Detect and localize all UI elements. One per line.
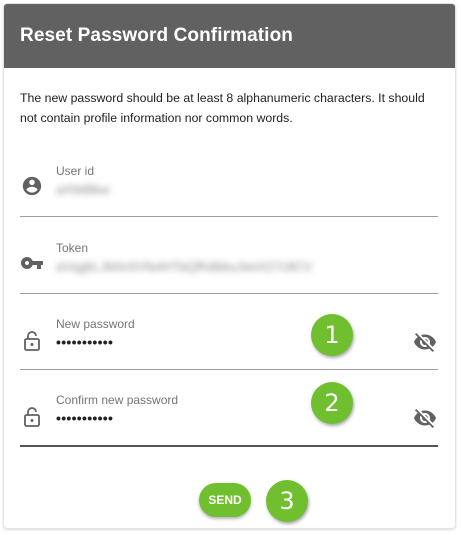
token-value: aVqgkLJb0oSVfa4HTaQfhdbbuJeeX27c8CV	[56, 259, 313, 274]
token-label: Token	[56, 241, 89, 255]
key-icon	[20, 251, 44, 275]
step-badge-2: 2	[311, 382, 353, 424]
new-password-value[interactable]: •••••••••••	[56, 334, 113, 350]
visibility-off-icon[interactable]	[412, 329, 438, 355]
reset-password-card: Reset Password Confirmation The new pass…	[4, 4, 455, 528]
new-password-label: New password	[56, 317, 135, 331]
page-title: Reset Password Confirmation	[20, 25, 293, 46]
visibility-off-icon[interactable]	[412, 405, 438, 431]
lock-open-icon	[20, 405, 44, 429]
confirm-password-field[interactable]: Confirm new password •••••••••••	[20, 383, 438, 447]
user-id-value: aX9d8kw	[56, 182, 110, 197]
account-circle-icon	[20, 174, 44, 198]
token-field[interactable]: Token aVqgkLJb0oSVfa4HTaQfhdbbuJeeX27c8C…	[20, 231, 438, 294]
new-password-field[interactable]: New password •••••••••••	[20, 307, 438, 370]
lock-open-icon	[20, 329, 44, 353]
step-badge-3: 3	[266, 480, 308, 522]
confirm-password-value[interactable]: •••••••••••	[56, 410, 113, 426]
user-id-label: User id	[56, 164, 95, 178]
card-header: Reset Password Confirmation	[4, 4, 455, 68]
password-requirements-text: The new password should be at least 8 al…	[20, 91, 425, 125]
confirm-password-label: Confirm new password	[56, 393, 179, 407]
step-badge-1: 1	[311, 314, 353, 356]
send-button[interactable]: SEND	[199, 483, 251, 517]
user-id-field[interactable]: User id aX9d8kw	[20, 154, 438, 217]
